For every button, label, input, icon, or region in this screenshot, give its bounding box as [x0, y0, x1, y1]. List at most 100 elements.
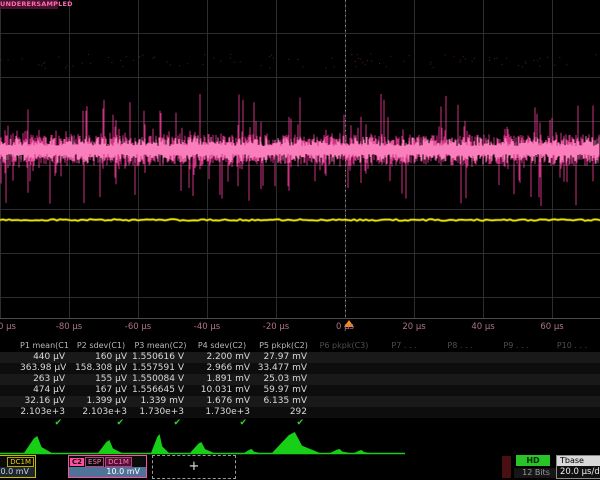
time-axis-label: 0 µs [336, 322, 354, 332]
measure-value-cell [488, 352, 544, 363]
measure-value-cell [432, 363, 488, 374]
measure-value-cell: 1.676 mV [189, 396, 255, 407]
measure-col-header-P7[interactable]: P7 . . . [376, 340, 432, 352]
measure-value-cell [544, 352, 600, 363]
time-axis-label: 40 µs [471, 322, 494, 332]
measure-col-header-P9[interactable]: P9 . . . [488, 340, 544, 352]
measure-value-cell: 25.03 mV [255, 374, 312, 385]
measure-col-header-P3[interactable]: P3 mean(C2) [132, 340, 189, 352]
histicon-peak [151, 434, 169, 453]
channel-c1-descriptor[interactable]: DC1M 10.0 mV [0, 455, 36, 478]
c1-coupling-badge: DC1M [7, 457, 34, 467]
measure-value-cell: 6.135 mV [255, 396, 312, 407]
measure-stats-row: 363.98 µV158.308 µV1.557591 V2.966 mV33.… [0, 363, 600, 374]
measure-value-cell [488, 407, 544, 418]
timebase-descriptor[interactable]: Tbase 20.0 µs/div [556, 455, 600, 479]
measure-value-cell [312, 363, 376, 374]
time-axis-label: -20 µs [263, 322, 289, 332]
measure-stats-row: 474 µV167 µV1.556645 V10.031 mV59.97 mV [0, 385, 600, 396]
measure-value-cell: 59.97 mV [255, 385, 312, 396]
measure-value-cell [544, 396, 600, 407]
measure-value-cell [376, 407, 432, 418]
measure-value-cell [376, 363, 432, 374]
measure-value-cell: 1.730e+3 [189, 407, 255, 418]
measure-value-cell: 440 µV [20, 352, 70, 363]
measure-col-header-P6[interactable]: P6 pkpk(C3) [312, 340, 376, 352]
c2-coupling-badge: DC1M [105, 457, 132, 467]
measure-value-cell [544, 363, 600, 374]
measure-value-cell [544, 385, 600, 396]
measure-value-cell [312, 352, 376, 363]
measure-value-cell: 1.891 mV [189, 374, 255, 385]
measure-value-cell [432, 374, 488, 385]
measure-col-header-P4[interactable]: P4 sdev(C2) [189, 340, 255, 352]
measure-col-header-P8[interactable]: P8 . . . [432, 340, 488, 352]
measure-value-cell [376, 385, 432, 396]
measure-col-header-P10[interactable]: P10 . . . [544, 340, 600, 352]
measure-value-cell [312, 374, 376, 385]
measure-value-cell: 1.556645 V [132, 385, 189, 396]
measure-col-header-P1[interactable]: P1 mean(C1) [20, 340, 70, 352]
measurement-histicons [0, 424, 600, 458]
time-axis-label: -80 µs [56, 322, 82, 332]
measure-value-cell: 1.550616 V [132, 352, 189, 363]
channel-c2-descriptor[interactable]: C2 ESP DC1M 10.0 mV [68, 455, 147, 478]
measurement-table: P1 mean(C1)P2 sdev(C1)P3 mean(C2)P4 sdev… [0, 340, 600, 429]
measure-value-cell [432, 396, 488, 407]
descriptor-box-partial [502, 456, 511, 478]
measure-value-cell: 2.966 mV [189, 363, 255, 374]
histicon-peak [190, 442, 214, 453]
measure-value-cell [432, 385, 488, 396]
measure-value-cell [488, 363, 544, 374]
measure-value-cell [544, 374, 600, 385]
timebase-value: 20.0 µs/div [557, 466, 600, 478]
histicon-peak [354, 450, 370, 453]
measure-stats-row: 2.103e+32.103e+31.730e+31.730e+3292 [0, 407, 600, 418]
measure-value-cell: 1.557591 V [132, 363, 189, 374]
measure-value-cell [488, 385, 544, 396]
histicon-peak [98, 440, 122, 453]
measure-value-cell: 10.031 mV [189, 385, 255, 396]
measure-value-cell: 158.308 µV [70, 363, 132, 374]
measure-value-cell: 27.97 mV [255, 352, 312, 363]
measure-col-header-P2[interactable]: P2 sdev(C1) [70, 340, 132, 352]
time-axis-label: -40 µs [194, 322, 220, 332]
c2-vdiv-value: 10.0 mV [69, 467, 146, 477]
hd-mode-badge: HD [516, 455, 550, 466]
measure-value-cell [376, 396, 432, 407]
c2-noise-speckle [1, 54, 597, 68]
measure-value-cell: 292 [255, 407, 312, 418]
time-axis-label: 20 µs [402, 322, 425, 332]
undersampled-badge: UNDERERSAMPLED [0, 0, 58, 9]
measure-value-cell: 263 µV [20, 374, 70, 385]
measure-stats-row: 32.16 µV1.399 µV1.339 mV1.676 mV6.135 mV [0, 396, 600, 407]
timebase-title: Tbase [557, 456, 600, 466]
time-axis: -100 µs-80 µs-60 µs-40 µs-20 µs0 µs20 µs… [0, 320, 600, 336]
measure-value-cell [312, 396, 376, 407]
measure-value-cell: 155 µV [70, 374, 132, 385]
measure-value-cell [312, 407, 376, 418]
histicon-peak [24, 436, 52, 453]
measure-value-cell: 1.730e+3 [132, 407, 189, 418]
hd-bits-label: 12 Bits [514, 468, 558, 478]
measure-value-cell: 363.98 µV [20, 363, 70, 374]
c1-vdiv-value: 10.0 mV [0, 467, 35, 477]
histicon-peak [272, 432, 320, 453]
measure-value-cell: 2.103e+3 [70, 407, 132, 418]
measure-col-header-P5[interactable]: P5 pkpk(C2) [255, 340, 312, 352]
measure-value-cell: 1.339 mV [132, 396, 189, 407]
measure-value-cell [312, 385, 376, 396]
time-axis-label: -100 µs [0, 322, 16, 332]
measure-value-cell [432, 352, 488, 363]
histicon-peak [330, 449, 350, 453]
measure-value-cell: 1.399 µV [70, 396, 132, 407]
add-trace-button[interactable]: + [152, 455, 236, 479]
c2-name-badge: C2 [70, 458, 84, 466]
measure-value-cell [376, 352, 432, 363]
graticule-and-traces [0, 0, 600, 320]
measure-value-cell [488, 374, 544, 385]
measure-value-cell [488, 396, 544, 407]
measure-value-cell [432, 407, 488, 418]
measure-value-cell [376, 374, 432, 385]
histicon-peak [244, 449, 260, 453]
